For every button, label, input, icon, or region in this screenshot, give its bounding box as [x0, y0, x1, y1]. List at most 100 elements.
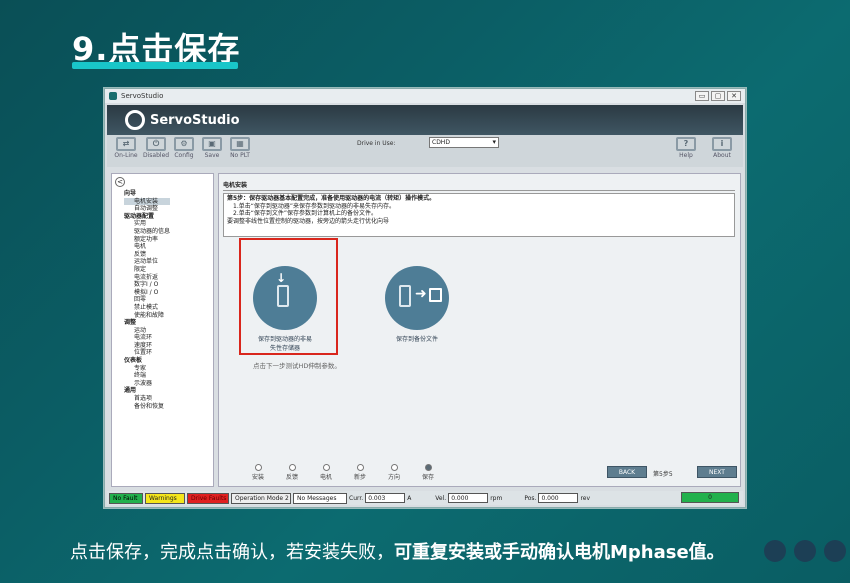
- drive-in-use-label: Drive in Use:: [357, 140, 396, 147]
- step-label: 安装: [251, 474, 264, 481]
- next-button[interactable]: NEXT: [697, 466, 737, 478]
- minimize-button[interactable]: ▭: [695, 91, 709, 101]
- page-indicator: 第5步5: [653, 471, 673, 478]
- step-label: 反馈: [285, 474, 298, 481]
- sidebar-item[interactable]: 电流环: [124, 334, 170, 342]
- window-controls: ▭ ▢ ✕: [695, 91, 741, 101]
- sidebar-group[interactable]: 通用: [124, 387, 170, 395]
- velocity-field: Vel. 0.000 rpm: [435, 493, 502, 503]
- disabled-label: Disabled: [143, 152, 170, 159]
- wizard-step[interactable]: 反馈: [275, 464, 309, 481]
- servostudio-logo-icon: [125, 110, 145, 130]
- panel-title: 电机安装: [223, 182, 248, 189]
- step-label: 方向: [387, 474, 400, 481]
- wizard-step[interactable]: 新步: [343, 464, 377, 481]
- caption-bold: 可重复安装或手动确认电机Mphase值。: [394, 542, 725, 563]
- current-value: 0.003: [365, 493, 406, 503]
- sidebar-item[interactable]: 备份和恢复: [124, 403, 170, 411]
- sidebar-group[interactable]: 向导: [124, 190, 170, 198]
- drive-select[interactable]: CDHD: [429, 137, 499, 148]
- wizard-step[interactable]: 电机: [309, 464, 343, 481]
- sidebar-item[interactable]: 限定: [124, 266, 170, 274]
- step-label: 电机: [319, 474, 332, 481]
- about-button[interactable]: i About: [709, 137, 735, 159]
- radio-icon: [254, 464, 262, 471]
- save-to-drive-label-line: 失性存储器: [269, 345, 300, 352]
- position-label: Pos.: [524, 494, 537, 502]
- sidebar-item[interactable]: 实用: [124, 220, 170, 228]
- save-to-drive-label: 保存到驱动器的非易 失性存储器: [245, 334, 325, 352]
- sidebar-item[interactable]: 运动单位: [124, 258, 170, 266]
- sidebar-item[interactable]: 电流折返: [124, 274, 170, 282]
- servostudio-window: ServoStudio ▭ ▢ ✕ ServoStudio ⇄ On-Line ⏻…: [104, 88, 746, 508]
- disabled-button[interactable]: ⏻ Disabled: [143, 137, 169, 159]
- save-to-file-button[interactable]: ➜: [385, 266, 449, 330]
- save-to-drive-button[interactable]: ↓: [253, 266, 317, 330]
- about-label: About: [713, 152, 731, 159]
- wizard-steps: 安装 反馈 电机 新步 方向 保存: [241, 464, 445, 481]
- online-label: On-Line: [114, 152, 138, 159]
- wizard-step[interactable]: 方向: [377, 464, 411, 481]
- operation-mode: Operation Mode 2: [231, 492, 291, 504]
- radio-selected-icon: [424, 464, 432, 471]
- config-button[interactable]: ⚙ Config: [171, 137, 197, 159]
- step-label: 保存: [421, 474, 434, 481]
- position-value: 0.000: [538, 493, 579, 503]
- help-button[interactable]: ? Help: [673, 137, 699, 159]
- dot: [824, 540, 846, 562]
- help-icon: ?: [676, 137, 696, 151]
- save-button[interactable]: ▣ Save: [199, 137, 225, 159]
- save-to-file-label: 保存到备份文件: [395, 336, 438, 343]
- position-unit: rev: [580, 494, 591, 502]
- close-button[interactable]: ✕: [727, 91, 741, 101]
- sidebar-item[interactable]: 回零: [124, 296, 170, 304]
- sidebar-item[interactable]: 电机: [124, 243, 170, 251]
- sidebar-item[interactable]: 使能和故障: [124, 312, 170, 320]
- warnings-indicator[interactable]: Warnings: [145, 492, 185, 504]
- back-button[interactable]: BACK: [607, 466, 647, 478]
- sidebar-item[interactable]: 额定功率: [124, 236, 170, 244]
- title-underline: [72, 62, 238, 69]
- toolbar: ⇄ On-Line ⏻ Disabled ⚙ Config ▣ Save ▦ No PLT…: [107, 135, 743, 167]
- noplt-button[interactable]: ▦ No PLT: [227, 137, 253, 159]
- drive-faults-indicator[interactable]: Drive Faults: [187, 492, 229, 504]
- decorative-dots: [764, 540, 846, 562]
- sidebar-item[interactable]: 自动调整: [124, 205, 170, 213]
- sidebar-group[interactable]: 调整: [124, 319, 170, 327]
- hint-text: 点击下一步测试HD伸制参数。: [253, 362, 341, 370]
- window-title: ServoStudio: [121, 92, 164, 100]
- collapse-sidebar-button[interactable]: <: [115, 177, 125, 187]
- sidebar-item[interactable]: 禁止模式: [124, 304, 170, 312]
- instruction-line: 要调整非线性位置控制的驱动器，按旁边的箭头走行优化向导: [227, 217, 390, 225]
- maximize-button[interactable]: ▢: [711, 91, 725, 101]
- arrow-right-icon: ➜: [415, 286, 427, 302]
- radio-icon: [390, 464, 398, 471]
- caption-normal: 点击保存，完成点击确认，若安装失败，: [70, 542, 394, 563]
- sidebar-item[interactable]: 专家: [124, 365, 170, 373]
- divider: [223, 190, 735, 191]
- sidebar-item[interactable]: 数字I / O: [124, 281, 170, 289]
- sidebar-item[interactable]: 终端: [124, 372, 170, 380]
- brand-bar: ServoStudio: [107, 105, 743, 135]
- sidebar-group[interactable]: 仪表板: [124, 357, 170, 365]
- wizard-step[interactable]: 安装: [241, 464, 275, 481]
- velocity-label: Vel.: [435, 494, 447, 502]
- no-fault-indicator: No Fault: [109, 492, 143, 504]
- current-unit: A: [407, 494, 412, 502]
- sidebar: < 向导 电机安装 自动调整 驱动器配置 实用 驱动器的信息 额定功率 电机 反馈 运动单位 限定电…: [111, 173, 214, 487]
- messages: No Messages: [293, 492, 347, 504]
- sidebar-item[interactable]: 模拟I / O: [124, 289, 170, 297]
- radio-icon: [356, 464, 364, 471]
- info-icon: i: [712, 137, 732, 151]
- main-panel: 电机安装 第5步：保存驱动器基本配置完成，准备使用驱动器的电流（转矩）操作模式。…: [218, 173, 741, 487]
- gauge-select[interactable]: 0: [681, 492, 739, 503]
- sidebar-item[interactable]: 驱动器的信息: [124, 228, 170, 236]
- sidebar-item[interactable]: 位置环: [124, 349, 170, 357]
- online-button[interactable]: ⇄ On-Line: [113, 137, 139, 159]
- velocity-value: 0.000: [448, 493, 489, 503]
- sidebar-group[interactable]: 驱动器配置: [124, 213, 170, 221]
- velocity-unit: rpm: [490, 494, 503, 502]
- noplt-label: No PLT: [230, 152, 250, 159]
- wizard-step[interactable]: 保存: [411, 464, 445, 481]
- sidebar-item[interactable]: 首选项: [124, 395, 170, 403]
